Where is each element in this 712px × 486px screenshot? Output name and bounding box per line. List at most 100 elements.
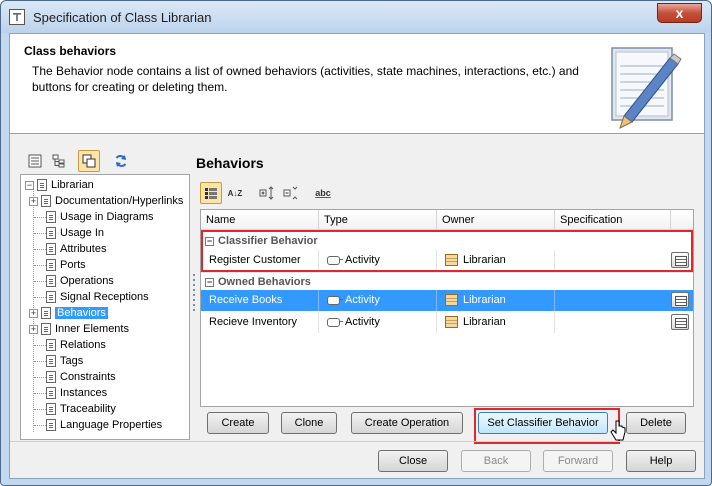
cell-name: Receive Books — [201, 290, 319, 311]
tree-item[interactable]: Attributes — [46, 241, 106, 257]
open-specification-icon[interactable] — [671, 314, 689, 330]
header-panel: Class behaviors The Behavior node contai… — [10, 34, 704, 134]
tree-root[interactable]: − Librarian — [25, 177, 94, 193]
expand-icon[interactable]: + — [29, 324, 38, 334]
class-icon — [37, 179, 47, 192]
document-icon — [46, 371, 56, 384]
column-header-name[interactable]: Name — [201, 210, 319, 230]
document-icon — [41, 195, 51, 208]
tree-item[interactable]: Constraints — [46, 369, 116, 385]
cell-name: Recieve Inventory — [201, 312, 319, 333]
window-title: Specification of Class Librarian — [33, 10, 212, 25]
tree-item[interactable]: Traceability — [46, 401, 116, 417]
header-title: Class behaviors — [24, 44, 117, 58]
spell-check-icon[interactable]: abc — [312, 182, 334, 204]
document-icon — [46, 387, 56, 400]
tree-item[interactable]: + Inner Elements — [29, 321, 129, 337]
tree-item-label: Operations — [60, 275, 114, 287]
group-view-icon[interactable] — [200, 182, 222, 204]
close-button[interactable]: Close — [378, 450, 448, 472]
document-icon — [41, 307, 51, 320]
document-icon — [46, 355, 56, 368]
document-icon — [46, 419, 56, 432]
refresh-icon[interactable] — [110, 150, 132, 172]
collapse-all-icon[interactable] — [280, 182, 302, 204]
document-icon — [46, 243, 56, 256]
tree-item-label: Instances — [60, 387, 108, 399]
highlight-set-classifier-button — [474, 408, 620, 444]
tree-item-label: Attributes — [60, 243, 107, 255]
class-icon — [445, 294, 458, 307]
navigation-tree: − Librarian + Documentation/Hyperlinks Usag… — [20, 174, 190, 440]
tree-item[interactable]: Language Properties — [46, 417, 162, 433]
tree-item-label: Documentation/Hyperlinks — [55, 195, 184, 207]
close-window-button[interactable]: x — [657, 3, 702, 23]
activity-icon — [327, 317, 343, 327]
activity-icon — [327, 295, 343, 305]
forward-button: Forward — [543, 450, 613, 472]
tree-item-label: Constraints — [60, 371, 116, 383]
cell-owner: Librarian — [437, 312, 555, 333]
compact-view-icon[interactable] — [78, 150, 100, 172]
tree-item-label: Tags — [60, 355, 84, 367]
list-view-icon[interactable] — [24, 150, 46, 172]
table-header: Name Type Owner Specification — [201, 210, 693, 230]
column-header-specification[interactable]: Specification — [555, 210, 671, 230]
tree-item[interactable]: Signal Receptions — [46, 289, 149, 305]
table-row-selected[interactable]: Receive Books Activity Librarian — [201, 290, 693, 311]
header-description: The Behavior node contains a list of own… — [32, 64, 579, 94]
mouse-pointer-icon — [610, 420, 626, 441]
document-icon — [46, 259, 56, 272]
clone-button[interactable]: Clone — [281, 412, 337, 434]
tree-item[interactable]: Operations — [46, 273, 114, 289]
expand-icon[interactable]: + — [29, 308, 38, 318]
delete-button[interactable]: Delete — [626, 412, 686, 434]
open-specification-icon[interactable] — [671, 292, 689, 308]
tree-item-label: Behaviors — [55, 307, 108, 319]
title-bar[interactable]: Specification of Class Librarian x — [1, 1, 711, 33]
cell-type: Activity — [319, 312, 437, 333]
footer-divider — [10, 441, 704, 442]
dialog-body: Class behaviors The Behavior node contai… — [9, 33, 705, 479]
tree-item-label: Traceability — [60, 403, 116, 415]
tree-item-label: Language Properties — [60, 419, 163, 431]
back-button: Back — [461, 450, 531, 472]
tree-item-label: Ports — [60, 259, 86, 271]
column-header-owner[interactable]: Owner — [437, 210, 555, 230]
splitter-handle[interactable] — [193, 274, 196, 314]
expand-icon[interactable]: + — [29, 196, 38, 206]
cell-type: Activity — [319, 290, 437, 311]
document-icon — [46, 403, 56, 416]
document-icon — [46, 211, 56, 224]
tree-item-label: Relations — [60, 339, 106, 351]
column-header-type[interactable]: Type — [319, 210, 437, 230]
section-title: Behaviors — [196, 155, 264, 171]
document-icon — [46, 275, 56, 288]
sort-alpha-icon[interactable]: A↓Z — [224, 182, 246, 204]
group-toggle-icon[interactable]: − — [205, 277, 214, 287]
expand-all-icon[interactable] — [256, 182, 278, 204]
cell-owner: Librarian — [437, 290, 555, 311]
tree-item[interactable]: + Behaviors — [29, 305, 108, 321]
tree-item[interactable]: Tags — [46, 353, 83, 369]
collapse-icon[interactable]: − — [25, 180, 34, 190]
tree-item[interactable]: + Documentation/Hyperlinks — [29, 193, 183, 209]
tree-item-label: Usage in Diagrams — [60, 211, 154, 223]
table-row[interactable]: Recieve Inventory Activity Librarian — [201, 312, 693, 333]
tree-item[interactable]: Usage in Diagrams — [46, 209, 154, 225]
tree-item-label: Usage In — [60, 227, 105, 239]
tree-item[interactable]: Instances — [46, 385, 107, 401]
group-header-owned-behaviors[interactable]: − Owned Behaviors — [201, 272, 693, 290]
tree-item-label: Inner Elements — [55, 323, 129, 335]
help-button[interactable]: Help — [626, 450, 696, 472]
class-icon — [445, 316, 458, 329]
specification-window: Specification of Class Librarian x Class… — [0, 0, 712, 486]
tree-item[interactable]: Relations — [46, 337, 106, 353]
create-operation-button[interactable]: Create Operation — [351, 412, 463, 434]
tree-item[interactable]: Ports — [46, 257, 86, 273]
cell-specification — [555, 290, 693, 311]
tree-item[interactable]: Usage In — [46, 225, 104, 241]
tree-view-icon[interactable] — [48, 150, 70, 172]
create-button[interactable]: Create — [207, 412, 269, 434]
highlight-classifier-behavior — [201, 230, 693, 272]
